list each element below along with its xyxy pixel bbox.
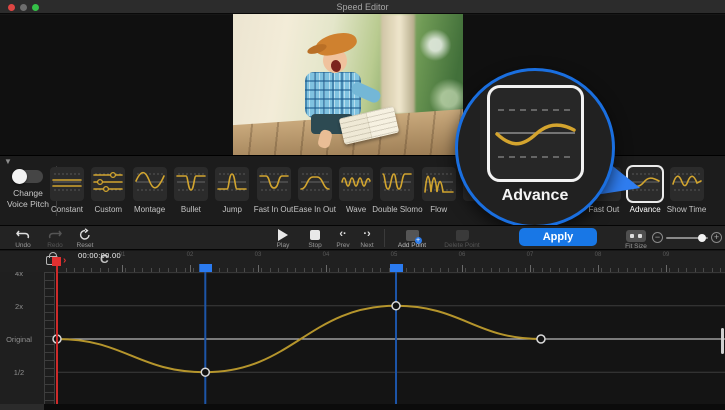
fit-size-label: Fit Size bbox=[616, 243, 656, 250]
zoom-out-icon[interactable]: − bbox=[652, 232, 663, 243]
preset-tile-wave[interactable] bbox=[339, 167, 373, 201]
preset-tile-bullet[interactable] bbox=[174, 167, 208, 201]
zoom-slider-knob[interactable] bbox=[698, 234, 706, 242]
toolbar: Undo Redo Reset Play Stop ‹· Prev ·› bbox=[0, 225, 725, 250]
ruler-major-tick bbox=[190, 265, 191, 272]
toggle-knob[interactable] bbox=[12, 169, 27, 184]
preset-tile-doubleslomo[interactable] bbox=[380, 167, 414, 201]
zoom-in-icon[interactable]: + bbox=[711, 232, 722, 243]
window-title: Speed Editor bbox=[0, 2, 725, 12]
timeline-header: C 00:00:00.00 010203040506070809 bbox=[0, 251, 725, 272]
curve-control-point[interactable] bbox=[201, 368, 209, 376]
curve-control-point[interactable] bbox=[392, 302, 400, 310]
redo-icon bbox=[40, 228, 70, 241]
laughing-child bbox=[289, 30, 399, 145]
speed-editor-window: Speed Editor ▼ Change Voice Pitc bbox=[0, 0, 725, 410]
zoom-slider: − + bbox=[652, 226, 722, 251]
ruler-tick-label: 08 bbox=[595, 252, 602, 258]
ruler-tick-label: 02 bbox=[187, 252, 194, 258]
titlebar: Speed Editor bbox=[0, 0, 725, 14]
preview-stage bbox=[0, 15, 725, 155]
ruler-tick-label: 05 bbox=[391, 252, 398, 258]
preset-label: Show Time bbox=[658, 205, 716, 214]
ruler-major-tick bbox=[122, 265, 123, 272]
reset-button[interactable]: Reset bbox=[70, 227, 100, 250]
undo-icon bbox=[8, 228, 38, 241]
apply-button[interactable]: Apply bbox=[519, 228, 597, 246]
preset-tile-constant[interactable] bbox=[50, 167, 84, 201]
ruler-tick-label: 09 bbox=[663, 252, 670, 258]
preset-tile-easeinout[interactable] bbox=[298, 167, 332, 201]
curve-control-point[interactable] bbox=[537, 335, 545, 343]
playhead[interactable]: › bbox=[56, 257, 58, 404]
magnifier-circle: Advance bbox=[455, 68, 615, 228]
preset-tile-jump[interactable] bbox=[215, 167, 249, 201]
ruler-tick-label: 04 bbox=[323, 252, 330, 258]
reset-icon bbox=[70, 228, 100, 241]
ruler-major-tick bbox=[666, 265, 667, 272]
ruler-major-tick bbox=[530, 265, 531, 272]
bottom-bar-cap bbox=[0, 404, 44, 410]
bottom-bar bbox=[0, 404, 725, 410]
curve-editor: 4x2xOriginal1/2 bbox=[0, 272, 725, 404]
delete-point-icon bbox=[436, 228, 488, 241]
magnified-preset-label: Advance bbox=[458, 187, 612, 205]
ruler-tick-label: 01 bbox=[119, 252, 126, 258]
ruler-major-tick bbox=[462, 265, 463, 272]
video-preview bbox=[233, 14, 463, 155]
collapse-panel-icon[interactable]: ▼ bbox=[4, 157, 12, 166]
vertical-scrollbar-thumb[interactable] bbox=[721, 328, 724, 354]
playhead-chevron-icon: › bbox=[63, 255, 66, 266]
playhead-handle[interactable] bbox=[52, 257, 61, 266]
plaid-shirt bbox=[305, 72, 361, 118]
preset-tile-fastinout[interactable] bbox=[257, 167, 291, 201]
ruler-tick-label: 06 bbox=[459, 252, 466, 258]
speed-curve-canvas[interactable] bbox=[0, 272, 725, 404]
ruler-tick-label: 07 bbox=[527, 252, 534, 258]
magnified-advance-tile bbox=[487, 85, 584, 182]
next-icon: ·› bbox=[352, 228, 382, 241]
timeline-ruler[interactable]: 010203040506070809 bbox=[0, 258, 725, 272]
preset-tile-montage[interactable] bbox=[133, 167, 167, 201]
stop-icon bbox=[300, 228, 330, 241]
ruler-major-tick bbox=[598, 265, 599, 272]
ruler-tick-label: 03 bbox=[255, 252, 262, 258]
play-icon bbox=[268, 228, 298, 241]
ruler-major-tick bbox=[258, 265, 259, 272]
ruler-major-tick bbox=[326, 265, 327, 272]
preset-tile-custom[interactable] bbox=[91, 167, 125, 201]
preset-label: Flow bbox=[410, 205, 468, 214]
next-frame-button[interactable]: ·› Next bbox=[352, 227, 382, 250]
preset-tile-showtime[interactable] bbox=[670, 167, 704, 201]
preset-tile-flow[interactable] bbox=[422, 167, 456, 201]
add-point-icon: + bbox=[390, 228, 434, 241]
delete-point-button[interactable]: Delete Point bbox=[436, 227, 488, 250]
fit-size-button[interactable] bbox=[626, 230, 646, 242]
voice-pitch-toggle[interactable] bbox=[13, 170, 43, 183]
voice-pitch-label-1: Change bbox=[0, 188, 56, 198]
